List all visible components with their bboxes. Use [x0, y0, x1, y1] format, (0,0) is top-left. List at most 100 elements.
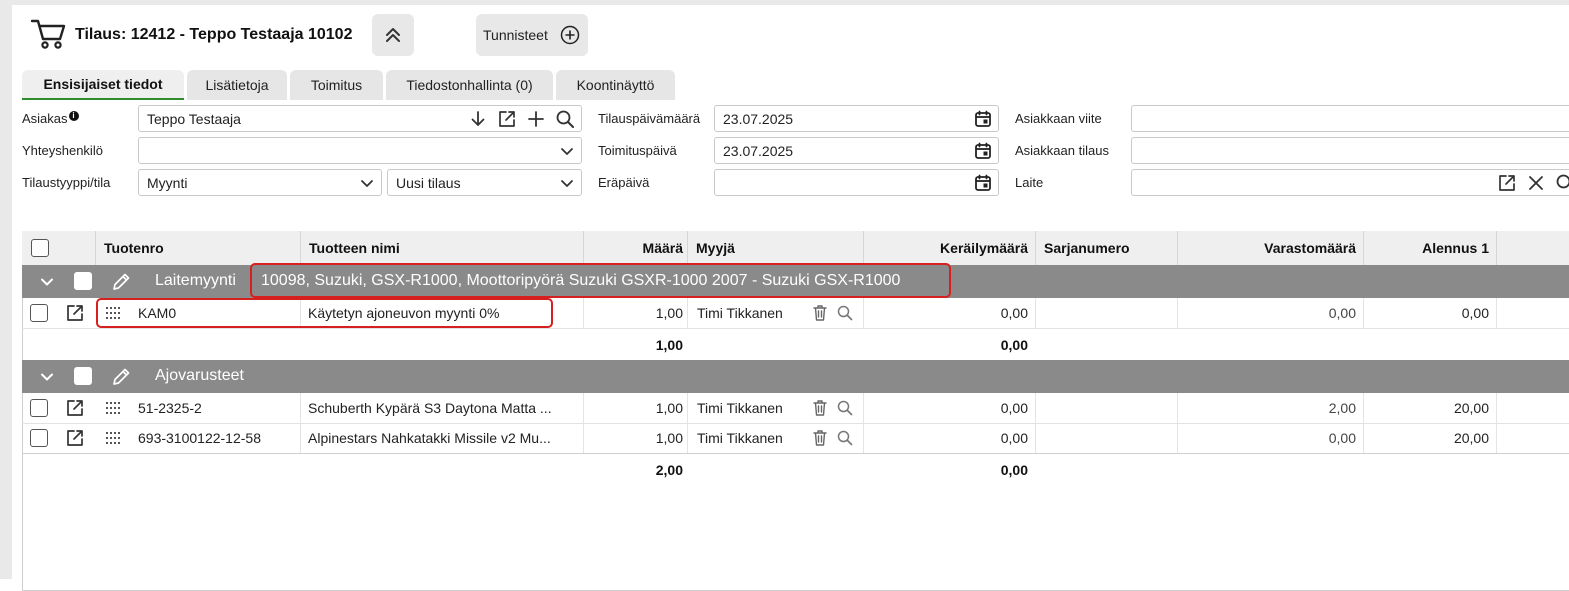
- tab-delivery[interactable]: Toimitus: [290, 70, 383, 100]
- chevron-down-icon[interactable]: [40, 370, 54, 384]
- table-row[interactable]: 693-3100122-12-58 Alpinestars Nahkatakki…: [22, 423, 1569, 454]
- seller: Timi Tikkanen: [697, 430, 783, 446]
- pencil-icon[interactable]: [110, 366, 132, 388]
- tags-button[interactable]: Tunnisteet: [476, 14, 588, 56]
- trash-icon[interactable]: [812, 399, 828, 417]
- col-header-quantity[interactable]: Määrä: [583, 231, 687, 265]
- chevron-down-icon: [559, 175, 575, 191]
- col-header-serial[interactable]: Sarjanumero: [1035, 231, 1177, 265]
- search-icon[interactable]: [836, 304, 854, 322]
- picked-qty: 0,00: [863, 430, 1028, 446]
- col-header-stock-qty[interactable]: Varastomäärä: [1177, 231, 1363, 265]
- row-checkbox[interactable]: [30, 429, 48, 447]
- col-header-product-no[interactable]: Tuotenro: [95, 231, 300, 265]
- tab-additional-info[interactable]: Lisätietoja: [187, 70, 287, 100]
- group-checkbox[interactable]: [74, 272, 92, 290]
- customer-value: Teppo Testaaja: [147, 111, 469, 127]
- grid-header: Tuotenro Tuotteen nimi Määrä Myyjä Keräi…: [22, 231, 1569, 266]
- order-date-value: 23.07.2025: [723, 111, 974, 127]
- customer-field[interactable]: Teppo Testaaja: [138, 105, 582, 132]
- group-checkbox[interactable]: [74, 367, 92, 385]
- sum-quantity: 1,00: [583, 337, 683, 353]
- group-row: Ajovarusteet: [22, 360, 1569, 393]
- group-summary-row: 2,00 0,00: [22, 453, 1569, 484]
- open-external-icon[interactable]: [65, 398, 85, 418]
- page-title: Tilaus: 12412 - Teppo Testaaja 10102: [75, 26, 352, 44]
- highlight-product-box: [96, 298, 553, 328]
- window-top-border: [0, 0, 1569, 5]
- col-header-discount[interactable]: Alennus 1: [1363, 231, 1496, 265]
- due-date-field[interactable]: [714, 169, 999, 196]
- customer-reference-label: Asiakkaan viite: [1015, 111, 1102, 126]
- stock-qty: 0,00: [1177, 305, 1356, 321]
- col-header-product-name[interactable]: Tuotteen nimi: [300, 231, 583, 265]
- clear-icon[interactable]: [1527, 174, 1545, 192]
- discount[interactable]: 0,00: [1363, 305, 1489, 321]
- quantity[interactable]: 1,00: [583, 430, 683, 446]
- delivery-date-field[interactable]: 23.07.2025: [714, 137, 999, 164]
- order-type-select[interactable]: Myynti: [138, 169, 382, 196]
- tab-file-management[interactable]: Tiedostonhallinta (0): [386, 70, 553, 100]
- col-header-seller[interactable]: Myyjä: [687, 231, 863, 265]
- table-row[interactable]: 51-2325-2 Schuberth Kypärä S3 Daytona Ma…: [22, 393, 1569, 424]
- discount[interactable]: 20,00: [1363, 430, 1489, 446]
- due-date-label: Eräpäivä: [598, 175, 649, 190]
- customer-reference-field[interactable]: [1131, 105, 1569, 132]
- tab-dashboard[interactable]: Koontinäyttö: [556, 70, 675, 100]
- calendar-icon[interactable]: [974, 110, 992, 128]
- seller: Timi Tikkanen: [697, 400, 783, 416]
- collapse-header-button[interactable]: [372, 14, 414, 56]
- customer-label: Asiakasi: [22, 111, 79, 126]
- open-external-icon[interactable]: [65, 428, 85, 448]
- pencil-icon[interactable]: [110, 271, 132, 293]
- order-state-value: Uusi tilaus: [396, 175, 559, 191]
- open-external-icon[interactable]: [65, 303, 85, 323]
- sum-picked-qty: 0,00: [863, 337, 1028, 353]
- seller: Timi Tikkanen: [697, 305, 783, 321]
- device-label: Laite: [1015, 175, 1043, 190]
- contact-select[interactable]: [138, 137, 582, 164]
- tags-label: Tunnisteet: [483, 27, 548, 43]
- customer-order-label: Asiakkaan tilaus: [1015, 143, 1109, 158]
- search-icon[interactable]: [555, 109, 575, 129]
- row-checkbox[interactable]: [30, 304, 48, 322]
- device-field[interactable]: [1131, 169, 1569, 196]
- stock-qty: 2,00: [1177, 400, 1356, 416]
- discount[interactable]: 20,00: [1363, 400, 1489, 416]
- chevron-down-icon: [559, 143, 575, 159]
- sum-picked-qty: 0,00: [863, 462, 1028, 478]
- search-icon[interactable]: [1555, 173, 1569, 193]
- chevron-down-icon[interactable]: [40, 275, 54, 289]
- product-name: Schuberth Kypärä S3 Daytona Matta ...: [308, 400, 552, 416]
- quantity[interactable]: 1,00: [583, 305, 683, 321]
- quantity[interactable]: 1,00: [583, 400, 683, 416]
- order-state-select[interactable]: Uusi tilaus: [387, 169, 582, 196]
- open-external-icon[interactable]: [497, 109, 517, 129]
- group-summary-row: 1,00 0,00: [22, 329, 1569, 359]
- tab-primary-info[interactable]: Ensisijaiset tiedot: [22, 70, 184, 100]
- order-date-field[interactable]: 23.07.2025: [714, 105, 999, 132]
- plus-circle-icon: [560, 25, 580, 45]
- picked-qty: 0,00: [863, 305, 1028, 321]
- drag-handle-icon[interactable]: [106, 432, 120, 444]
- customer-order-field[interactable]: [1131, 137, 1569, 164]
- open-external-icon[interactable]: [1497, 173, 1517, 193]
- search-icon[interactable]: [836, 399, 854, 417]
- col-header-picked-qty[interactable]: Keräilymäärä: [863, 231, 1035, 265]
- select-all-checkbox[interactable]: [31, 239, 49, 257]
- trash-icon[interactable]: [812, 429, 828, 447]
- calendar-icon[interactable]: [974, 174, 992, 192]
- arrow-down-icon[interactable]: [469, 110, 487, 128]
- plus-icon[interactable]: [527, 110, 545, 128]
- trash-icon[interactable]: [812, 304, 828, 322]
- picked-qty: 0,00: [863, 400, 1028, 416]
- calendar-icon[interactable]: [974, 142, 992, 160]
- window-left-border: [0, 0, 12, 579]
- row-checkbox[interactable]: [30, 399, 48, 417]
- group-name: Ajovarusteet: [155, 367, 244, 385]
- search-icon[interactable]: [836, 429, 854, 447]
- order-type-value: Myynti: [147, 175, 359, 191]
- info-icon[interactable]: i: [69, 111, 79, 121]
- order-type-label: Tilaustyyppi/tila: [22, 175, 110, 190]
- drag-handle-icon[interactable]: [106, 402, 120, 414]
